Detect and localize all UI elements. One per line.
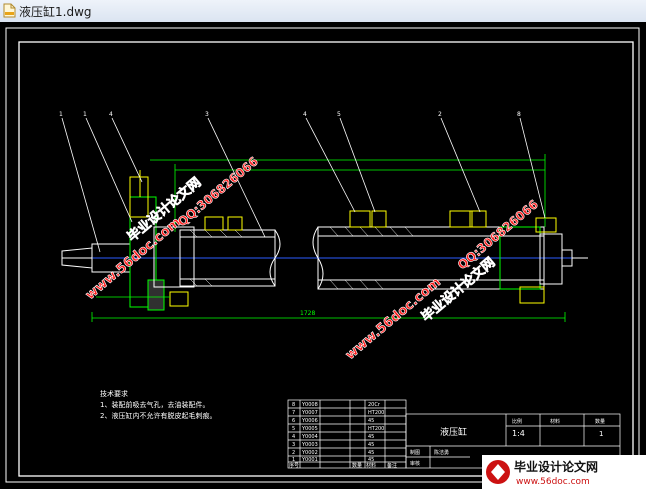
bom-row-mat: 20Cr bbox=[368, 402, 381, 408]
bom-header-mat: 材料 bbox=[366, 462, 376, 469]
drawn-label: 制图 bbox=[410, 449, 420, 456]
material-label: 材料 bbox=[550, 418, 560, 425]
notes-line-1: 1、装配前吸去气孔，去油装配件。 bbox=[100, 400, 209, 409]
bom-row-code: Y0006 bbox=[301, 418, 318, 424]
bom-row-code: Y0001 bbox=[301, 457, 318, 463]
logo-graphic: 毕业设计论文网 www.56doc.com bbox=[482, 455, 646, 489]
drawing-canvas[interactable]: 1728 1 1 4 3 4 5 2 8 技术要求 1、装配前吸去气孔，去油装配… bbox=[0, 22, 646, 489]
bom-row-code: Y0004 bbox=[301, 434, 318, 440]
watermarks: www.56doc.com QQ:306826066 毕业设计论文网 www.5… bbox=[83, 154, 541, 364]
notes-heading: 技术要求 bbox=[100, 389, 128, 398]
callout-4b: 4 bbox=[303, 111, 307, 118]
scale-label: 比例 bbox=[512, 418, 522, 425]
bom-row-mat: 45 bbox=[368, 450, 374, 456]
callout-3: 3 bbox=[205, 111, 209, 118]
bom-row-mat: 45 bbox=[368, 418, 374, 424]
bom-header-no: 序号 bbox=[289, 462, 299, 469]
bom-header-qty: 数量 bbox=[352, 462, 362, 469]
drawn-name: 陈洁勇 bbox=[434, 449, 449, 456]
callout-2: 2 bbox=[438, 111, 442, 118]
logo-brand: 毕业设计论文网 bbox=[514, 459, 598, 474]
bom-row-mat: HT200 bbox=[368, 410, 384, 416]
bom-text: 8 Y0008 20Cr 7 Y0007 HT200 6 Y0006 45 5 … bbox=[289, 402, 397, 469]
dwg-file-icon bbox=[3, 3, 16, 18]
bom-row-no: 5 bbox=[292, 426, 295, 432]
callout-1b: 1 bbox=[83, 111, 87, 118]
bom-row-mat: 45 bbox=[368, 434, 374, 440]
qty-label: 数量 bbox=[595, 418, 605, 425]
callout-8: 8 bbox=[517, 111, 521, 118]
bom-header-remark: 备注 bbox=[387, 462, 397, 469]
callout-5: 5 bbox=[337, 111, 341, 118]
bom-row-code: Y0005 bbox=[301, 426, 318, 432]
window-title: 液压缸1.dwg bbox=[19, 5, 92, 19]
overall-dimension: 1728 bbox=[300, 310, 315, 317]
bom-row-no: 3 bbox=[292, 442, 295, 448]
site-logo: 毕业设计论文网 www.56doc.com bbox=[482, 455, 646, 489]
bom-row-code: Y0002 bbox=[301, 450, 318, 456]
bom-row-code: Y0008 bbox=[301, 402, 318, 408]
watermark-qq-2: QQ:306826066 bbox=[455, 197, 541, 272]
bom-row-code: Y0007 bbox=[301, 410, 318, 416]
callout-4a: 4 bbox=[109, 111, 113, 118]
title-bar: 液压缸1.dwg bbox=[0, 0, 646, 23]
bom-row-mat: 45 bbox=[368, 442, 374, 448]
bom-row-mat: HT200 bbox=[368, 426, 384, 432]
check-label: 审核 bbox=[410, 460, 420, 467]
bom-row-code: Y0003 bbox=[301, 442, 318, 448]
qty-value: 1 bbox=[599, 430, 603, 438]
inner-frame bbox=[18, 41, 634, 477]
bom-row-no: 6 bbox=[292, 418, 295, 424]
notes-line-2: 2、液压缸内不允许有脱皮起毛刺痕。 bbox=[100, 411, 216, 420]
scale-value: 1:4 bbox=[512, 429, 525, 438]
bom-row-no: 2 bbox=[292, 450, 295, 456]
part-name: 液压缸 bbox=[440, 426, 467, 438]
bom-row-no: 4 bbox=[292, 434, 295, 440]
cad-drawing: 1728 1 1 4 3 4 5 2 8 技术要求 1、装配前吸去气孔，去油装配… bbox=[5, 27, 640, 483]
callout-1a: 1 bbox=[59, 111, 63, 118]
callout-labels: 1 1 4 3 4 5 2 8 bbox=[59, 111, 521, 118]
technical-notes: 技术要求 1、装配前吸去气孔，去油装配件。 2、液压缸内不允许有脱皮起毛刺痕。 bbox=[100, 389, 216, 420]
logo-url: www.56doc.com bbox=[516, 477, 590, 487]
bom-row-no: 7 bbox=[292, 410, 295, 416]
bom-row-no: 8 bbox=[292, 402, 295, 408]
